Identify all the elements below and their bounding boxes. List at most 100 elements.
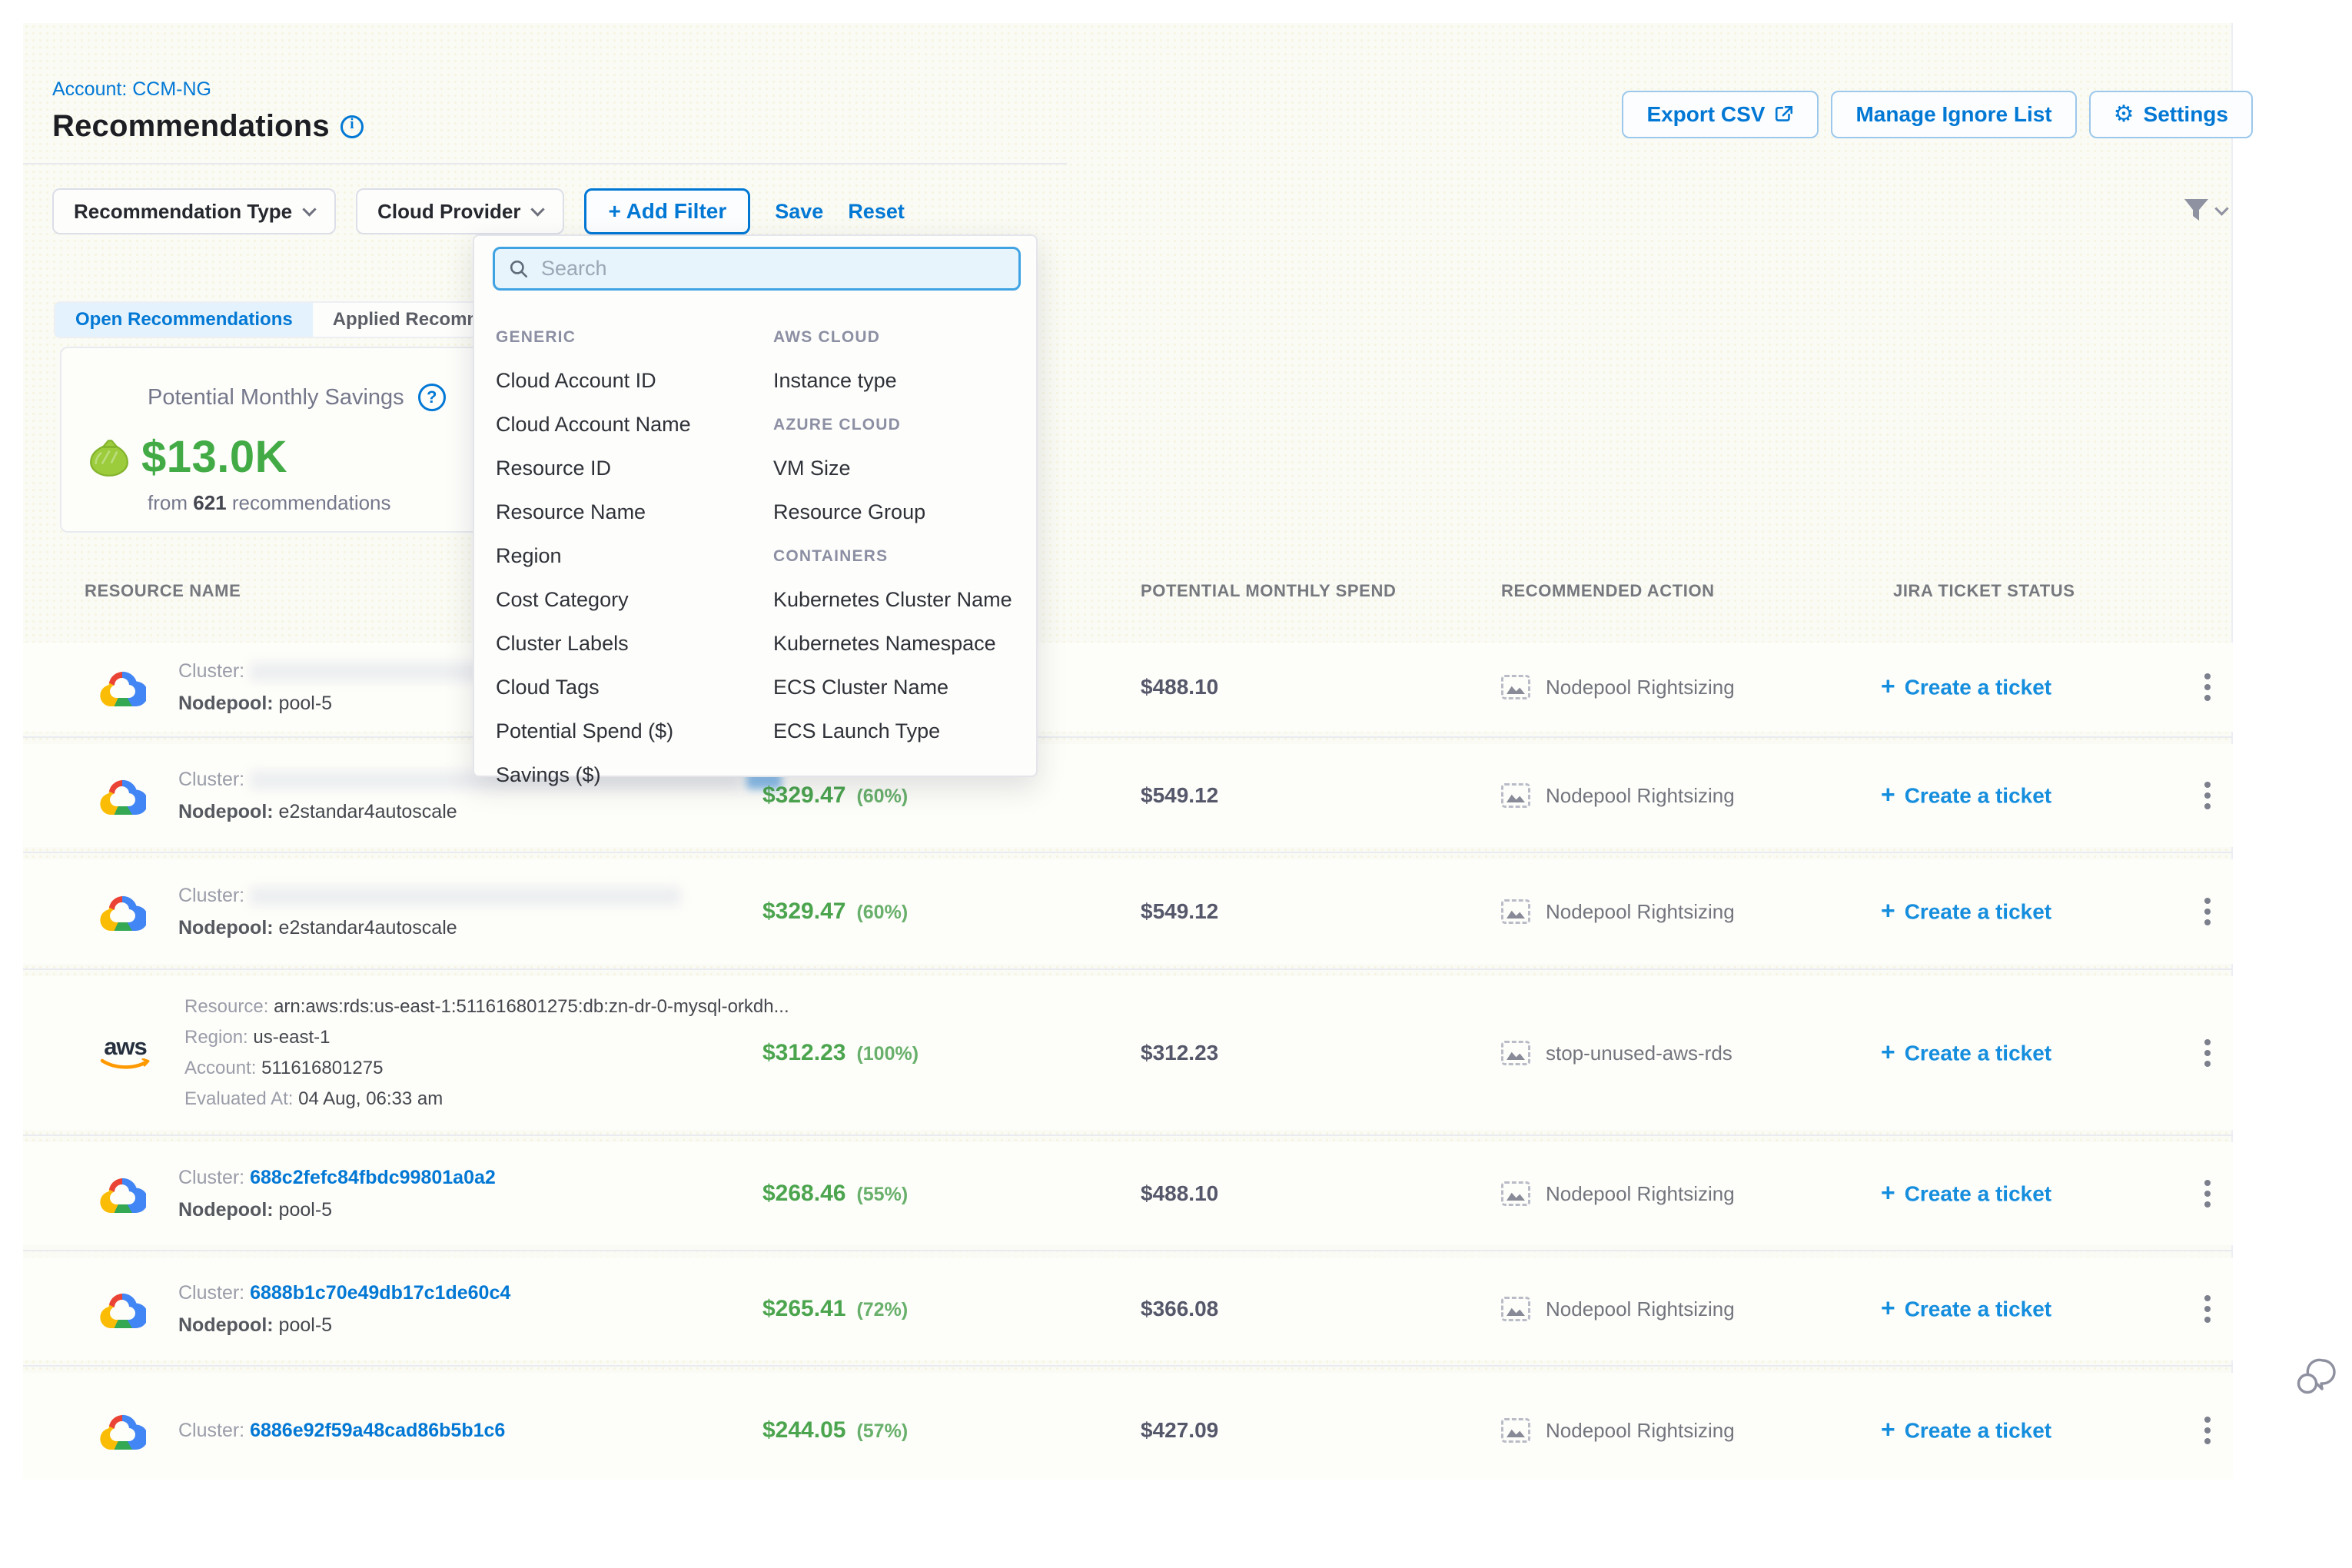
filter-option-cost-category[interactable]: Cost Category xyxy=(496,588,629,612)
action-cell: Nodepool Rightsizing xyxy=(1501,1297,1735,1321)
cloud-provider-filter[interactable]: Cloud Provider xyxy=(356,188,564,234)
money-bag-icon xyxy=(89,438,129,477)
filter-option-kubernetes-namespace[interactable]: Kubernetes Namespace xyxy=(773,632,996,656)
info-icon[interactable] xyxy=(341,115,364,138)
cluster-link[interactable]: 6888b1c70e49db17c1de60c4 xyxy=(250,1282,510,1304)
filter-option-resource-id[interactable]: Resource ID xyxy=(496,457,611,480)
table-row[interactable]: Cluster: Nodepool: pool-5 $488.10 Nodepo… xyxy=(23,643,2233,732)
column-jira-ticket-status[interactable]: JIRA TICKET STATUS xyxy=(1893,581,2075,601)
filter-option-savings[interactable]: Savings ($) xyxy=(496,763,601,787)
reset-filter-button[interactable]: Reset xyxy=(848,200,905,224)
create-ticket-button[interactable]: + Create a ticket xyxy=(1881,1181,2051,1208)
help-icon[interactable] xyxy=(418,384,446,411)
action-label: Nodepool Rightsizing xyxy=(1546,1182,1735,1206)
gcp-icon xyxy=(98,776,146,815)
table-row[interactable]: Cluster: 6888b1c70e49db17c1de60c4 Nodepo… xyxy=(23,1257,2233,1360)
create-ticket-button[interactable]: + Create a ticket xyxy=(1881,1296,2051,1323)
column-resource-name[interactable]: RESOURCE NAME xyxy=(85,581,241,601)
create-ticket-button[interactable]: + Create a ticket xyxy=(1881,1417,2051,1444)
cluster-link[interactable]: 6886e92f59a48cad86b5b1c6 xyxy=(250,1420,505,1441)
plus-icon: + xyxy=(1881,1179,1895,1208)
filter-option-cloud-tags[interactable]: Cloud Tags xyxy=(496,676,600,699)
recommendation-type-label: Recommendation Type xyxy=(74,200,292,224)
export-csv-button[interactable]: Export CSV xyxy=(1622,91,1819,138)
filter-option-cloud-account-id[interactable]: Cloud Account ID xyxy=(496,369,656,393)
kebab-menu[interactable] xyxy=(2204,1427,2211,1433)
nodepool-value: e2standar4autoscale xyxy=(279,801,457,822)
filter-option-vm-size[interactable]: VM Size xyxy=(773,457,851,480)
recommendation-icon xyxy=(1501,1181,1530,1206)
table-header: RESOURCE NAME POTENTIAL MONTHLY SPEND RE… xyxy=(23,572,2233,612)
chevron-down-icon xyxy=(2214,201,2228,215)
account-breadcrumb[interactable]: Account: CCM-NG xyxy=(52,78,211,101)
kebab-menu[interactable] xyxy=(2204,1306,2211,1312)
create-ticket-button[interactable]: + Create a ticket xyxy=(1881,782,2051,809)
filter-option-potential-spend[interactable]: Potential Spend ($) xyxy=(496,719,673,743)
table-row[interactable]: Cluster: 688c2fefc84fbdc99801a0a2 Nodepo… xyxy=(23,1142,2233,1245)
chevron-down-icon xyxy=(531,202,545,216)
potential-monthly-savings-card: Potential Monthly Savings $13.0K from 62… xyxy=(60,347,507,533)
savings-percent: (57%) xyxy=(856,1420,908,1443)
filter-panel-toggle[interactable] xyxy=(2183,198,2227,223)
table-row[interactable]: aws Resource: arn:aws:rds:us-east-1:5116… xyxy=(23,976,2233,1130)
region-label: Region: xyxy=(184,1027,248,1048)
create-ticket-button[interactable]: + Create a ticket xyxy=(1881,674,2051,701)
table-row[interactable]: Cluster: 6886e92f59a48cad86b5b1c6 $244.0… xyxy=(23,1373,2233,1480)
filter-option-ecs-cluster-name[interactable]: ECS Cluster Name xyxy=(773,676,948,699)
plus-icon: + xyxy=(1881,1294,1895,1323)
column-potential-monthly-spend[interactable]: POTENTIAL MONTHLY SPEND xyxy=(1141,581,1396,601)
filter-search-input[interactable] xyxy=(541,257,1005,281)
filter-option-cloud-account-name[interactable]: Cloud Account Name xyxy=(496,413,691,437)
evaluated-at-value: 04 Aug, 06:33 am xyxy=(298,1088,443,1109)
kebab-menu[interactable] xyxy=(2204,792,2211,799)
kebab-menu[interactable] xyxy=(2204,1050,2211,1056)
add-filter-button[interactable]: + Add Filter xyxy=(584,188,750,234)
evaluated-at-label: Evaluated At: xyxy=(184,1088,293,1109)
create-ticket-button[interactable]: + Create a ticket xyxy=(1881,1040,2051,1067)
create-ticket-label: Create a ticket xyxy=(1905,1181,2051,1206)
savings-cell: $329.47 (60%) xyxy=(762,899,908,925)
savings-cell: $329.47 (60%) xyxy=(762,782,908,809)
filter-option-region[interactable]: Region xyxy=(496,544,562,568)
filter-option-cluster-labels[interactable]: Cluster Labels xyxy=(496,632,629,656)
filter-option-instance-type[interactable]: Instance type xyxy=(773,369,897,393)
column-recommended-action[interactable]: RECOMMENDED ACTION xyxy=(1501,581,1715,601)
kebab-menu[interactable] xyxy=(2204,909,2211,915)
manage-ignore-list-button[interactable]: Manage Ignore List xyxy=(1831,91,2076,138)
cluster-link[interactable]: 688c2fefc84fbdc99801a0a2 xyxy=(250,1167,496,1188)
filter-search[interactable] xyxy=(493,247,1021,291)
save-filter-button[interactable]: Save xyxy=(775,200,823,224)
kebab-menu[interactable] xyxy=(2204,684,2211,690)
region-value: us-east-1 xyxy=(253,1027,330,1048)
nodepool-value: e2standar4autoscale xyxy=(279,917,457,938)
create-ticket-button[interactable]: + Create a ticket xyxy=(1881,899,2051,925)
recommendation-count: 621 xyxy=(193,491,226,514)
funnel-icon xyxy=(2183,198,2211,223)
nodepool-label: Nodepool: xyxy=(178,917,274,938)
filter-option-resource-group[interactable]: Resource Group xyxy=(773,500,925,524)
spend-cell: $312.23 xyxy=(1141,1041,1218,1065)
aws-icon: aws xyxy=(98,1035,152,1071)
help-chat-button[interactable] xyxy=(2294,1354,2338,1403)
create-ticket-label: Create a ticket xyxy=(1905,1297,2051,1321)
filter-option-ecs-launch-type[interactable]: ECS Launch Type xyxy=(773,719,940,743)
savings-percent: (55%) xyxy=(856,1184,908,1206)
filter-option-kubernetes-cluster-name[interactable]: Kubernetes Cluster Name xyxy=(773,588,1012,612)
external-link-icon xyxy=(1774,105,1794,125)
tab-open-recommendations[interactable]: Open Recommendations xyxy=(55,303,313,337)
filter-option-resource-name[interactable]: Resource Name xyxy=(496,500,646,524)
recommendation-icon xyxy=(1501,1041,1530,1065)
action-cell: Nodepool Rightsizing xyxy=(1501,1418,1735,1443)
table-row[interactable]: Cluster: Nodepool: e2standar4autoscale $… xyxy=(23,744,2233,847)
action-cell: Nodepool Rightsizing xyxy=(1501,1181,1735,1206)
kebab-menu[interactable] xyxy=(2204,1191,2211,1197)
savings-cell: $312.23 (100%) xyxy=(762,1040,919,1066)
action-label: stop-unused-aws-rds xyxy=(1546,1041,1732,1065)
section-generic: GENERIC xyxy=(496,328,576,347)
savings-cell: $265.41 (72%) xyxy=(762,1296,908,1322)
settings-button[interactable]: ⚙ Settings xyxy=(2089,91,2253,138)
recommendation-type-filter[interactable]: Recommendation Type xyxy=(52,188,336,234)
export-csv-label: Export CSV xyxy=(1646,102,1765,127)
plus-icon: + xyxy=(1881,1416,1895,1444)
table-row[interactable]: Cluster: Nodepool: e2standar4autoscale $… xyxy=(23,859,2233,964)
